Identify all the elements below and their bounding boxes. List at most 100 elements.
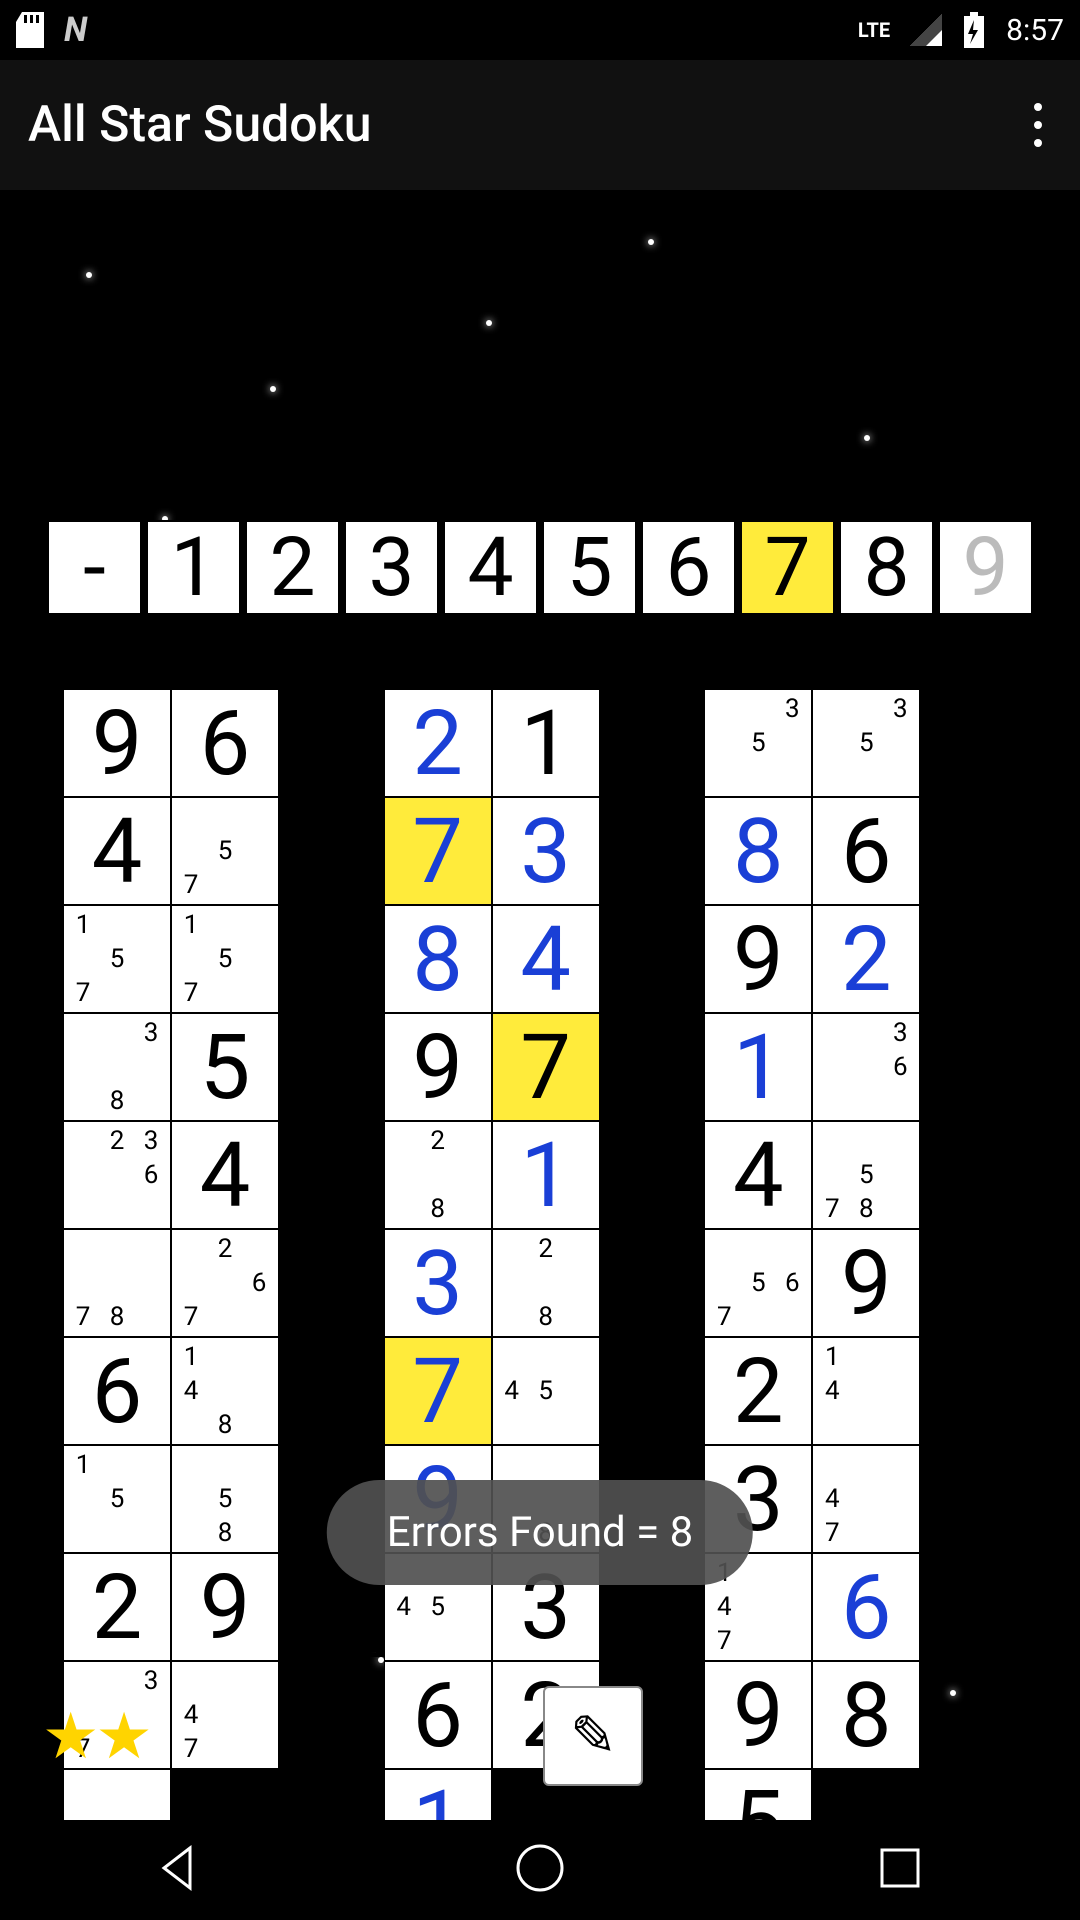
box-1-1: 97281328465 [380, 1009, 701, 1333]
footer-bar: ★★ ✎ [42, 1686, 1038, 1786]
candidates: 567 [707, 1232, 809, 1334]
cell-r3-c1[interactable]: 5 [171, 1013, 279, 1121]
cell-r6-c2[interactable]: 15 [63, 1445, 171, 1553]
cell-r4-c5[interactable]: 28 [492, 1229, 600, 1337]
cell-r1-c7[interactable]: 9 [704, 905, 812, 1013]
cell-r1-c2[interactable]: 157 [171, 905, 279, 1013]
candidates: 38 [66, 1016, 168, 1118]
pencil-mode-button[interactable]: ✎ [543, 1686, 643, 1786]
cell-r0-c3[interactable]: 2 [384, 689, 492, 797]
candidates: 14 [815, 1340, 917, 1442]
cell-r1-c0[interactable]: 57 [171, 797, 279, 905]
cell-r3-c7[interactable]: 36 [812, 1013, 920, 1121]
picker-3[interactable]: 3 [344, 520, 439, 615]
cell-r0-c5[interactable]: 7 [384, 797, 492, 905]
cell-r3-c6[interactable]: 1 [704, 1013, 812, 1121]
box-1-0: 3852364782671937 [59, 1009, 380, 1333]
candidates: 15 [66, 1448, 168, 1550]
candidates: 267 [174, 1232, 276, 1334]
picker--[interactable]: - [47, 520, 142, 615]
picker-8[interactable]: 8 [839, 520, 934, 615]
picker-9[interactable]: 9 [938, 520, 1033, 615]
candidates: 57 [174, 800, 276, 902]
status-right: LTE 8:57 [858, 12, 1064, 48]
cell-r0-c2[interactable]: 4 [63, 797, 171, 905]
cell-r3-c8[interactable]: 4 [704, 1121, 812, 1229]
picker-5[interactable]: 5 [542, 520, 637, 615]
cell-r1-c5[interactable]: 4 [492, 905, 600, 1013]
cell-r6-c7[interactable]: 14 [812, 1337, 920, 1445]
cell-r6-c4[interactable]: 45 [492, 1337, 600, 1445]
cell-r4-c0[interactable]: 4 [171, 1121, 279, 1229]
recents-button[interactable] [872, 1840, 928, 1900]
candidates: 58 [174, 1448, 276, 1550]
cell-r6-c1[interactable]: 148 [171, 1337, 279, 1445]
cell-r4-c1[interactable]: 78 [63, 1229, 171, 1337]
cell-r3-c2[interactable]: 236 [63, 1121, 171, 1229]
candidates: 157 [66, 908, 168, 1010]
cell-r7-c6[interactable]: 47 [812, 1445, 920, 1553]
cell-r6-c6[interactable]: 2 [704, 1337, 812, 1445]
cell-r1-c4[interactable]: 8 [384, 905, 492, 1013]
overflow-menu-icon[interactable] [1024, 93, 1052, 157]
home-button[interactable] [512, 1840, 568, 1900]
battery-charging-icon [962, 12, 986, 48]
cell-r3-c4[interactable]: 7 [492, 1013, 600, 1121]
cell-r6-c3[interactable]: 7 [384, 1337, 492, 1445]
cell-r4-c3[interactable]: 1 [492, 1121, 600, 1229]
candidates: 47 [815, 1448, 917, 1550]
cell-r1-c3[interactable]: 3 [492, 797, 600, 905]
box-0-1: 217384596 [380, 685, 701, 1009]
number-picker: -123456789 [47, 520, 1033, 615]
box-0-2: 3535869247471 [700, 685, 1021, 1009]
cell-r1-c8[interactable]: 2 [812, 905, 920, 1013]
playfield: -123456789 96457157157238217384596353586… [0, 190, 1080, 1820]
candidates: 35 [815, 692, 917, 794]
cell-r1-c1[interactable]: 157 [63, 905, 171, 1013]
box-1-2: 1364578567937827 [700, 1009, 1021, 1333]
cell-r3-c5[interactable]: 28 [384, 1121, 492, 1229]
cell-r0-c7[interactable]: 35 [812, 689, 920, 797]
cell-r3-c3[interactable]: 9 [384, 1013, 492, 1121]
cell-r7-c0[interactable]: 58 [171, 1445, 279, 1553]
cell-r7-c8[interactable]: 6 [812, 1553, 920, 1661]
candidates: 148 [174, 1340, 276, 1442]
cell-r4-c2[interactable]: 267 [171, 1229, 279, 1337]
box-2-0: 614815582937477 [59, 1333, 380, 1657]
status-bar: N LTE 8:57 [0, 0, 1080, 60]
screen: N LTE 8:57 All Star Sudoku -123456789 96 [0, 0, 1080, 1920]
candidates: 157 [174, 908, 276, 1010]
cell-signal-icon [910, 14, 942, 46]
app-bar: All Star Sudoku [0, 60, 1080, 190]
cell-r4-c6[interactable]: 578 [812, 1121, 920, 1229]
picker-6[interactable]: 6 [641, 520, 736, 615]
back-button[interactable] [152, 1840, 208, 1900]
status-clock: 8:57 [1006, 13, 1064, 48]
cell-r6-c0[interactable]: 6 [63, 1337, 171, 1445]
picker-7[interactable]: 7 [740, 520, 835, 615]
cell-r4-c8[interactable]: 9 [812, 1229, 920, 1337]
difficulty-stars: ★★ [42, 1699, 149, 1774]
cell-r0-c4[interactable]: 1 [492, 689, 600, 797]
cell-r0-c1[interactable]: 6 [171, 689, 279, 797]
cell-r0-c8[interactable]: 8 [704, 797, 812, 905]
box-2-2: 2143471476985 [700, 1333, 1021, 1657]
pencil-icon: ✎ [570, 1703, 617, 1769]
candidates: 35 [707, 692, 809, 794]
cell-r4-c4[interactable]: 3 [384, 1229, 492, 1337]
cell-r3-c0[interactable]: 38 [63, 1013, 171, 1121]
picker-1[interactable]: 1 [146, 520, 241, 615]
candidates: 45 [495, 1340, 597, 1442]
errors-toast: Errors Found = 8 [327, 1480, 753, 1585]
cell-r1-c6[interactable]: 6 [812, 797, 920, 905]
picker-2[interactable]: 2 [245, 520, 340, 615]
picker-4[interactable]: 4 [443, 520, 538, 615]
cell-r7-c2[interactable]: 9 [171, 1553, 279, 1661]
status-left: N [16, 10, 87, 50]
cell-r0-c6[interactable]: 35 [704, 689, 812, 797]
cell-r0-c0[interactable]: 9 [63, 689, 171, 797]
candidates: 28 [495, 1232, 597, 1334]
candidates: 28 [387, 1124, 489, 1226]
cell-r4-c7[interactable]: 567 [704, 1229, 812, 1337]
cell-r7-c1[interactable]: 2 [63, 1553, 171, 1661]
